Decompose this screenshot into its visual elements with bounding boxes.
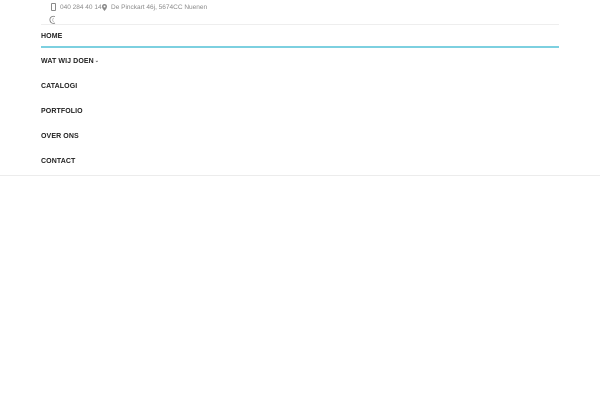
phone-contact[interactable]: 040 284 40 14 — [51, 2, 102, 12]
nav-item-catalogi[interactable]: CATALOGI — [41, 76, 77, 96]
nav-item-label: CONTACT — [41, 157, 76, 165]
active-nav-indicator — [41, 46, 559, 48]
nav-item-label: PORTFOLIO — [41, 107, 83, 115]
nav-item-home[interactable]: HOME — [41, 26, 62, 46]
top-bar: 040 284 40 14 De Pinckart 46j, 5674CC Nu… — [0, 0, 600, 14]
map-pin-icon — [102, 3, 107, 11]
nav-item-label: WAT WIJ DOEN — [41, 57, 94, 65]
nav-item-wat-wij-doen[interactable]: WAT WIJ DOEN ⌄ — [41, 51, 99, 71]
nav-item-label: OVER ONS — [41, 132, 79, 140]
chevron-down-icon: ⌄ — [94, 58, 100, 64]
nav-item-label: CATALOGI — [41, 82, 78, 90]
address-text: De Pinckart 46j, 5674CC Nuenen — [111, 3, 208, 11]
nav-item-contact[interactable]: CONTACT — [41, 151, 75, 171]
address-contact: De Pinckart 46j, 5674CC Nuenen — [102, 2, 207, 12]
phone-number: 040 284 40 14 — [60, 3, 102, 11]
logo-icon[interactable] — [48, 12, 58, 24]
nav-item-label: HOME — [41, 32, 63, 40]
header-bottom-border — [0, 175, 600, 176]
nav-item-over-ons[interactable]: OVER ONS — [41, 126, 79, 146]
phone-icon — [51, 3, 56, 11]
top-divider — [41, 24, 559, 25]
nav-item-portfolio[interactable]: PORTFOLIO — [41, 101, 83, 121]
